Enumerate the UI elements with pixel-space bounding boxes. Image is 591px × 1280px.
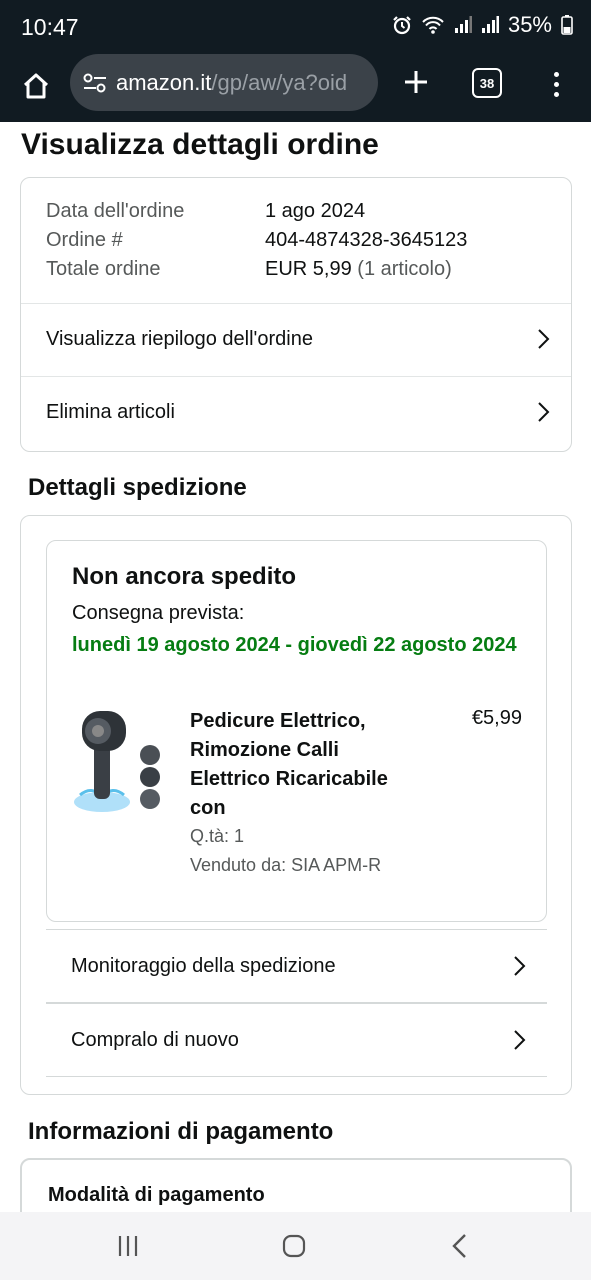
order-date-label: Data dell'ordine xyxy=(46,200,185,222)
status-bar: 10:47 35% xyxy=(0,0,591,54)
order-total-value: EUR 5,99 (1 articolo) xyxy=(265,258,452,281)
buy-again-link[interactable]: Compralo di nuovo xyxy=(46,1004,547,1076)
product-quantity: Q.tà: 1 xyxy=(190,826,245,846)
payment-section-title: Informazioni di pagamento xyxy=(28,1118,334,1145)
dot-icon xyxy=(553,71,559,77)
home-icon xyxy=(23,73,49,99)
battery-icon xyxy=(561,15,573,35)
chevron-right-icon xyxy=(514,1030,526,1050)
delete-items-link[interactable]: Elimina articoli xyxy=(21,376,571,448)
back-icon xyxy=(452,1234,466,1258)
order-summary-card: Data dell'ordine 1 ago 2024 Ordine # 404… xyxy=(20,177,572,452)
product-image[interactable] xyxy=(72,707,162,817)
dot-icon xyxy=(553,91,559,97)
order-total-items: (1 articolo) xyxy=(357,258,452,280)
tab-count: 38 xyxy=(479,75,495,91)
shipping-card: Non ancora spedito Consegna prevista: lu… xyxy=(20,515,572,1095)
product-title-link[interactable]: Pedicure Elettrico, Rimozione Calli Elet… xyxy=(190,707,420,823)
system-nav-bar xyxy=(0,1212,591,1280)
page-title: Visualizza dettagli ordine xyxy=(21,128,379,161)
plus-icon xyxy=(405,71,427,93)
site-settings-icon[interactable] xyxy=(80,68,110,98)
shipping-section-title: Dettagli spedizione xyxy=(28,474,247,501)
url-text: amazon.it/gp/aw/ya?oid xyxy=(116,70,347,96)
product-price: €5,99 xyxy=(471,707,522,729)
new-tab-button[interactable] xyxy=(398,62,434,102)
status-time: 10:47 xyxy=(21,14,79,40)
alarm-icon xyxy=(393,16,411,35)
delivery-label: Consegna prevista: xyxy=(72,602,245,624)
signal-icon-2 xyxy=(481,16,499,33)
track-shipment-label: Monitoraggio della spedizione xyxy=(71,954,336,977)
signal-icon xyxy=(454,16,472,33)
view-order-summary-label: Visualizza riepilogo dell'ordine xyxy=(46,327,313,350)
order-total-label: Totale ordine xyxy=(46,258,161,280)
home-circle-icon xyxy=(282,1234,306,1258)
wifi-icon xyxy=(422,16,444,34)
url-path: /gp/aw/ya?oid xyxy=(211,69,348,95)
tab-switcher-button[interactable]: 38 xyxy=(472,68,502,98)
divider xyxy=(46,1076,547,1077)
chevron-right-icon xyxy=(538,329,550,349)
status-icons: 35% xyxy=(392,12,573,38)
url-bar[interactable]: amazon.it/gp/aw/ya?oid xyxy=(70,54,378,111)
order-number-label: Ordine # xyxy=(46,229,123,251)
recent-apps-icon xyxy=(118,1236,138,1256)
delivery-date: lunedì 19 agosto 2024 - giovedì 22 agost… xyxy=(72,634,517,656)
order-number-value: 404-4874328-3645123 xyxy=(265,229,468,251)
home-nav-button[interactable] xyxy=(274,1230,314,1262)
recent-apps-button[interactable] xyxy=(108,1230,148,1262)
dot-icon xyxy=(553,81,559,87)
home-button[interactable] xyxy=(16,66,56,106)
order-date-value: 1 ago 2024 xyxy=(265,200,366,222)
browser-toolbar: amazon.it/gp/aw/ya?oid 38 xyxy=(0,54,591,122)
battery-percent: 35% xyxy=(507,12,552,37)
chevron-right-icon xyxy=(514,956,526,976)
buy-again-label: Compralo di nuovo xyxy=(71,1028,239,1051)
chevron-right-icon xyxy=(538,402,550,422)
back-button[interactable] xyxy=(440,1230,480,1262)
track-shipment-link[interactable]: Monitoraggio della spedizione xyxy=(46,930,547,1002)
view-order-summary-link[interactable]: Visualizza riepilogo dell'ordine xyxy=(21,303,571,375)
delete-items-label: Elimina articoli xyxy=(46,400,175,423)
shipment-box: Non ancora spedito Consegna prevista: lu… xyxy=(46,540,547,922)
payment-method-label: Modalità di pagamento xyxy=(48,1184,265,1206)
url-domain: amazon.it xyxy=(116,69,212,95)
order-total-amount: EUR 5,99 xyxy=(265,258,352,280)
shipment-status: Non ancora spedito xyxy=(72,563,297,590)
product-seller: Venduto da: SIA APM-R xyxy=(190,855,382,875)
more-menu-button[interactable] xyxy=(544,64,568,104)
